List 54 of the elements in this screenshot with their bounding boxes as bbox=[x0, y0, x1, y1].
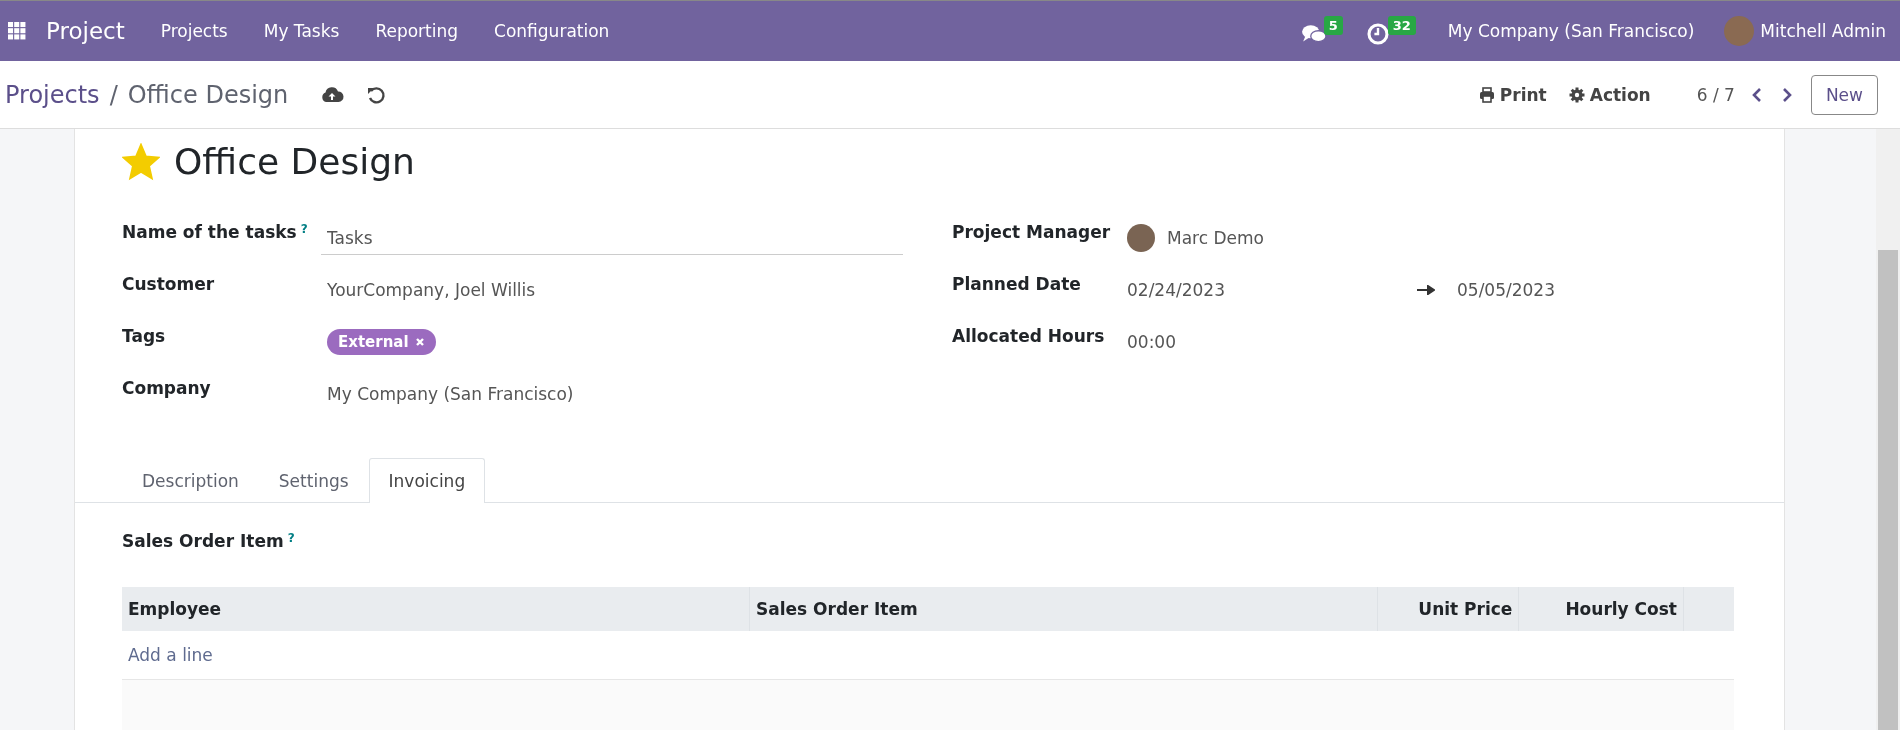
tab[interactable]: Description bbox=[122, 458, 259, 503]
cloud-upload-icon[interactable] bbox=[320, 84, 345, 105]
help-tooltip[interactable]: ? bbox=[300, 222, 308, 236]
next-icon[interactable] bbox=[1780, 86, 1793, 103]
activity-count-badge: 32 bbox=[1387, 16, 1416, 35]
add-line-link[interactable]: Add a line bbox=[128, 645, 213, 665]
clock-icon[interactable] bbox=[1364, 22, 1391, 46]
column-header[interactable]: Hourly Cost bbox=[1518, 587, 1684, 631]
column-header[interactable]: Sales Order Item bbox=[749, 587, 1378, 631]
company-switcher[interactable]: My Company (San Francisco) bbox=[1447, 21, 1695, 41]
date-field[interactable]: 02/24/2023 bbox=[1127, 280, 1417, 300]
field-label: Name of the tasks bbox=[122, 222, 297, 242]
user-avatar bbox=[1127, 224, 1155, 252]
field-label: Company bbox=[122, 378, 211, 398]
print-button[interactable]: Print bbox=[1474, 80, 1551, 109]
field-label: Tags bbox=[122, 326, 166, 346]
field-value: My Company (San Francisco) bbox=[327, 384, 574, 404]
field-value: YourCompany, Joel Willis bbox=[327, 280, 536, 300]
menu-item[interactable]: Configuration bbox=[494, 21, 610, 41]
field-label: Allocated Hours bbox=[952, 326, 1105, 346]
field-label: Planned Date bbox=[952, 274, 1081, 294]
user-menu[interactable]: Mitchell Admin bbox=[1760, 21, 1886, 41]
star-icon[interactable] bbox=[122, 142, 160, 181]
date-field[interactable]: 05/05/2023 bbox=[1457, 280, 1555, 300]
message-count-badge: 5 bbox=[1323, 16, 1343, 35]
pager-counter: 6 / 7 bbox=[1696, 84, 1735, 105]
previous-icon[interactable] bbox=[1750, 86, 1763, 103]
new-button[interactable]: New bbox=[1810, 74, 1878, 115]
breadcrumb-current: Office Design bbox=[127, 80, 289, 109]
tag-badge[interactable]: External bbox=[327, 329, 436, 355]
field-label: Project Manager bbox=[952, 222, 1111, 242]
app-grid-icon[interactable] bbox=[8, 22, 26, 40]
breadcrumb-link[interactable]: Projects bbox=[5, 80, 100, 109]
tab[interactable]: Invoicing bbox=[368, 458, 486, 503]
field-value[interactable]: Marc Demo bbox=[1167, 228, 1264, 248]
scrollbar[interactable] bbox=[1876, 129, 1900, 730]
field-label: Customer bbox=[122, 274, 215, 294]
column-header[interactable]: Unit Price bbox=[1377, 587, 1519, 631]
breadcrumb-separator: / bbox=[109, 80, 118, 109]
action-button[interactable]: Action bbox=[1564, 80, 1655, 109]
help-tooltip[interactable]: ? bbox=[287, 531, 295, 545]
field-label: Sales Order Item bbox=[122, 531, 284, 551]
tab[interactable]: Settings bbox=[258, 458, 369, 503]
app-name[interactable]: Project bbox=[46, 18, 125, 44]
field-value: 00:00 bbox=[1127, 332, 1176, 352]
record-title: Office Design bbox=[174, 141, 415, 182]
printer-icon bbox=[1478, 86, 1495, 103]
remove-icon[interactable] bbox=[414, 337, 425, 347]
arrow-right-icon bbox=[1417, 285, 1435, 295]
column-header[interactable]: Employee bbox=[122, 587, 750, 631]
settings-icon bbox=[1568, 86, 1585, 103]
menu-item[interactable]: Reporting bbox=[375, 21, 459, 41]
menu-item[interactable]: Projects bbox=[160, 21, 228, 41]
menu-item[interactable]: My Tasks bbox=[263, 21, 340, 41]
